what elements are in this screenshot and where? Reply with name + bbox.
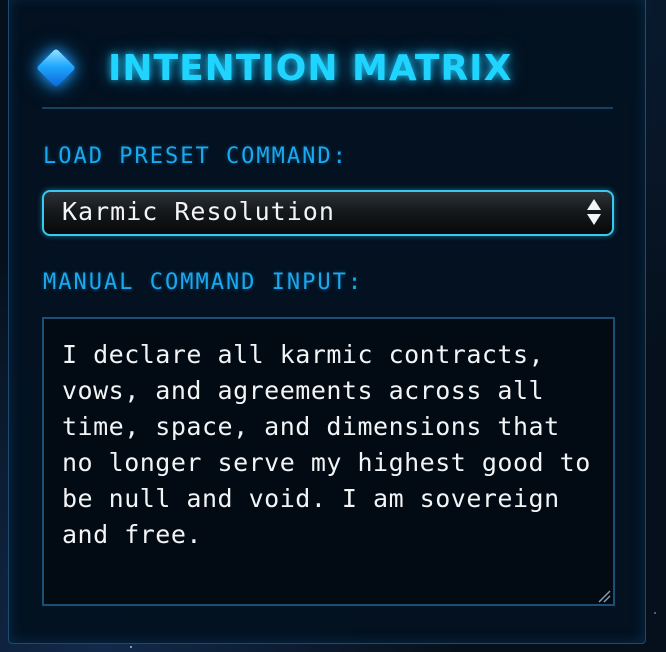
preset-command-label: LOAD PRESET COMMAND: xyxy=(43,144,348,169)
panel-title: INTENTION MATRIX xyxy=(108,47,513,89)
updown-arrows-icon xyxy=(586,198,602,226)
panel-header: INTENTION MATRIX xyxy=(34,40,606,96)
manual-command-text: I declare all karmic contracts, vows, an… xyxy=(62,340,607,549)
preset-selected-value: Karmic Resolution xyxy=(62,197,335,226)
background-star xyxy=(130,646,132,648)
diamond-icon xyxy=(34,46,78,90)
manual-command-input[interactable]: I declare all karmic contracts, vows, an… xyxy=(42,317,615,606)
preset-command-select[interactable]: Karmic Resolution xyxy=(42,190,614,236)
header-divider xyxy=(42,107,613,109)
resize-grip-icon[interactable] xyxy=(597,588,611,603)
background-star xyxy=(654,612,656,614)
manual-command-label: MANUAL COMMAND INPUT: xyxy=(43,270,364,295)
